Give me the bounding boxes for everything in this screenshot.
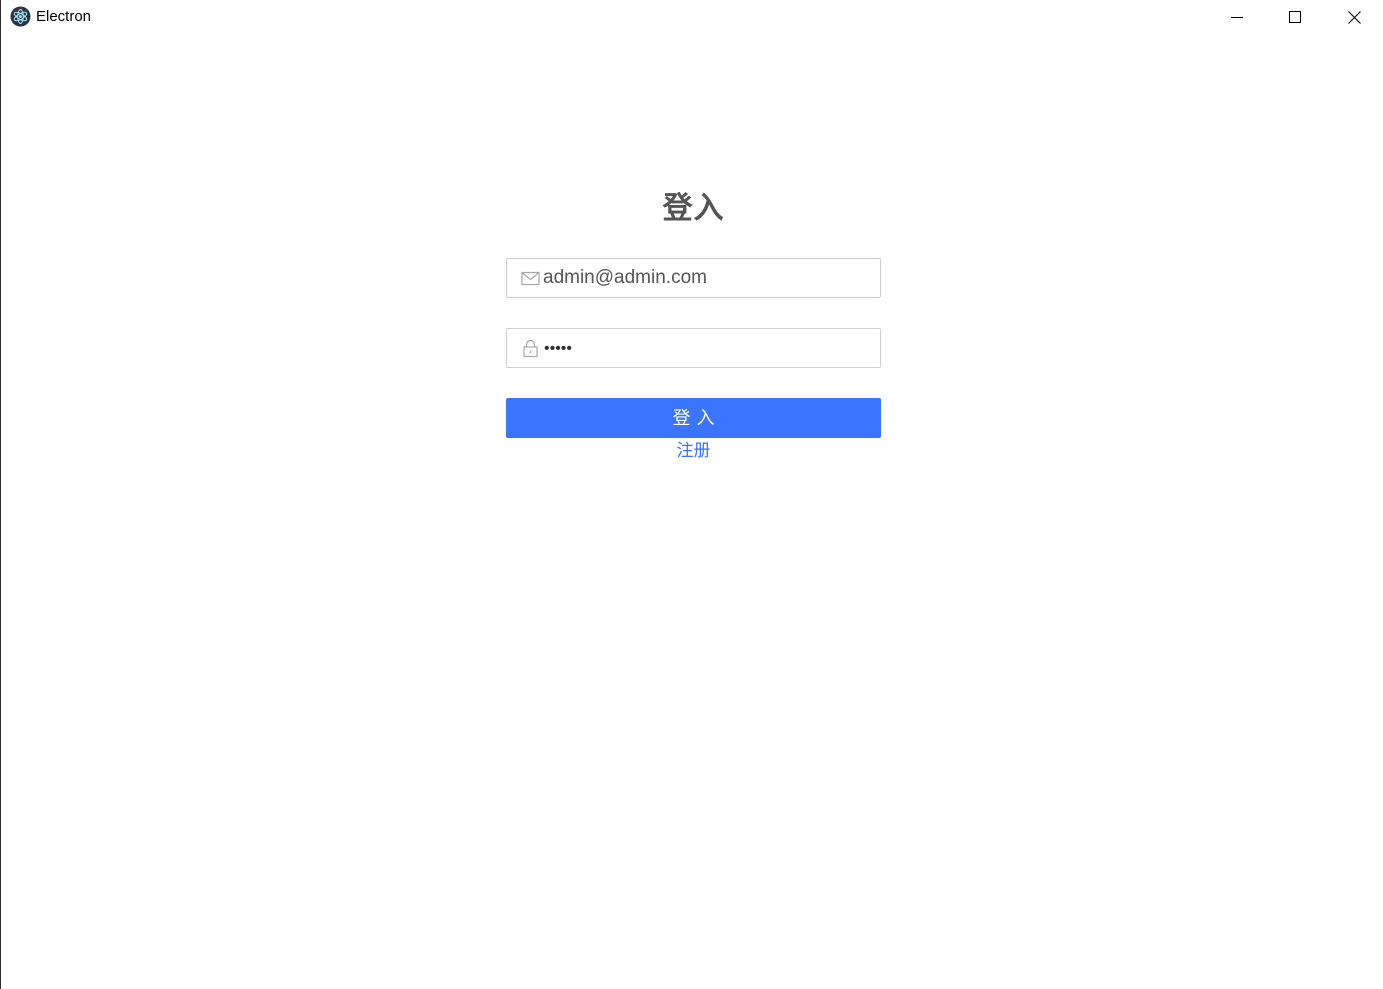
app-window: Electron 登入 admin@admin.com ••••• 登入 注册	[0, 0, 1383, 989]
maximize-icon	[1289, 11, 1301, 23]
login-button[interactable]: 登入	[506, 398, 881, 438]
electron-logo-icon	[10, 6, 31, 27]
close-icon	[1347, 10, 1361, 24]
minimize-icon	[1231, 17, 1243, 18]
title-bar[interactable]: Electron	[1, 0, 1383, 34]
lock-icon	[521, 339, 540, 358]
email-field[interactable]	[506, 258, 881, 298]
window-title: Electron	[36, 8, 92, 25]
close-button[interactable]	[1325, 0, 1383, 34]
email-input[interactable]	[543, 259, 873, 297]
password-field[interactable]: •••••	[506, 328, 881, 368]
login-title: 登入	[662, 192, 725, 225]
mail-icon	[521, 269, 540, 288]
minimize-button[interactable]	[1208, 0, 1266, 34]
register-link[interactable]: 注册	[506, 440, 881, 462]
password-input[interactable]: •••••	[544, 329, 572, 367]
maximize-button[interactable]	[1266, 0, 1324, 34]
